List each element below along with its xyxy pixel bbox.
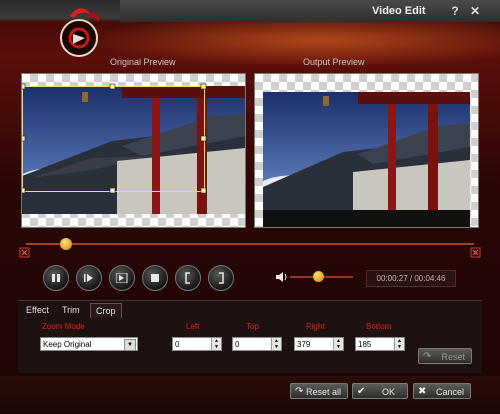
stop-icon [151,274,159,282]
tab-crop[interactable]: Crop [90,303,122,318]
title-bar [120,0,500,22]
reset-button[interactable]: ↷ Reset [418,348,472,364]
tab-effect[interactable]: Effect [21,303,54,317]
output-letterbox [263,210,470,227]
output-video-frame [263,92,470,210]
mark-out-button[interactable] [208,265,234,291]
zoom-mode-select[interactable]: Keep Original ▼ [40,337,138,351]
time-display: 00:00:27 / 00:04:46 [366,270,456,287]
right-value: 379 [297,340,311,349]
close-button[interactable]: ✕ [467,4,483,18]
reset-arrow-icon: ↷ [423,351,432,362]
window-title: Video Edit [372,5,426,17]
play-button[interactable] [76,265,102,291]
chevron-down-icon[interactable]: ▼ [124,339,136,351]
bottom-value: 185 [358,340,372,349]
play-icon [84,274,93,282]
seek-bar[interactable] [18,238,482,258]
tab-trim[interactable]: Trim [57,303,85,317]
reset-all-button[interactable]: ↷ Reset all [290,383,348,399]
video-edit-window: Video Edit ? ✕ Original Preview Output P… [0,0,500,414]
help-button[interactable]: ? [447,4,463,18]
speaker-icon[interactable] [276,272,287,282]
left-spinner[interactable]: ▲ ▼ [211,338,221,350]
cancel-button[interactable]: ✖ Cancel [413,383,471,399]
top-label: Top [246,322,259,331]
app-logo [60,8,100,57]
reset-label: Reset [441,352,465,362]
zoom-mode-label: Zoom Mode [42,322,85,331]
top-input[interactable]: 0 ▲ ▼ [232,337,282,351]
frame-step-button[interactable] [109,265,135,291]
bottom-input[interactable]: 185 ▲ ▼ [355,337,405,351]
output-preview-label: Output Preview [303,57,365,67]
pause-button[interactable] [43,265,69,291]
right-spinner[interactable]: ▲ ▼ [333,338,343,350]
frame-step-icon [116,273,128,283]
left-label: Left [186,322,200,331]
top-spinner[interactable]: ▲ ▼ [271,338,281,350]
reset-all-label: Reset all [305,387,341,397]
checkmark-icon: ✔ [357,386,366,397]
left-value: 0 [175,340,180,349]
right-label: Right [306,322,325,331]
original-preview-label: Original Preview [110,57,176,67]
bracket-left-icon [185,272,190,284]
cancel-x-icon: ✖ [418,386,427,397]
bracket-right-icon [219,272,224,284]
left-input[interactable]: 0 ▲ ▼ [172,337,222,351]
ok-label: OK [381,387,395,397]
bottom-spinner[interactable]: ▲ ▼ [394,338,404,350]
bottom-label: Bottom [366,322,392,331]
top-value: 0 [235,340,240,349]
mark-in-button[interactable] [175,265,201,291]
right-input[interactable]: 379 ▲ ▼ [294,337,344,351]
pause-icon [52,274,60,282]
crop-handles[interactable] [22,74,245,227]
output-preview [254,73,479,228]
stop-button[interactable] [142,265,168,291]
zoom-mode-value: Keep Original [43,340,92,349]
reset-all-icon: ↷ [295,386,304,397]
cancel-label: Cancel [435,387,464,397]
ok-button[interactable]: ✔ OK [352,383,408,399]
original-preview [21,73,246,228]
